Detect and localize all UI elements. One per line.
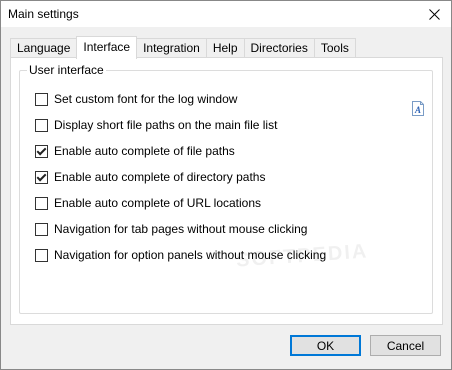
option-label: Enable auto complete of URL locations xyxy=(54,196,262,210)
tab-tools[interactable]: Tools xyxy=(313,38,356,59)
option-label: Enable auto complete of directory paths xyxy=(54,170,266,184)
checkbox[interactable] xyxy=(35,144,48,158)
window-title: Main settings xyxy=(8,7,79,21)
ok-button[interactable]: OK xyxy=(290,335,361,356)
option-short-file-paths[interactable]: Display short file paths on the main fil… xyxy=(35,117,277,133)
close-button[interactable] xyxy=(417,1,451,27)
checkbox[interactable] xyxy=(35,92,48,106)
tab-language[interactable]: Language xyxy=(10,38,77,59)
tab-integration[interactable]: Integration xyxy=(137,38,206,59)
font-icon[interactable]: A xyxy=(412,101,424,116)
option-tab-navigation-keyboard[interactable]: Navigation for tab pages without mouse c… xyxy=(35,221,307,237)
option-label: Navigation for option panels without mou… xyxy=(54,248,327,262)
option-custom-log-font[interactable]: Set custom font for the log window xyxy=(35,91,237,107)
tab-interface[interactable]: Interface xyxy=(76,36,138,59)
tab-directories[interactable]: Directories xyxy=(243,38,314,59)
group-label: User interface xyxy=(27,63,106,77)
title-bar[interactable]: Main settings xyxy=(1,1,451,27)
checkbox[interactable] xyxy=(35,196,48,210)
cancel-button[interactable]: Cancel xyxy=(370,335,441,356)
option-autocomplete-directory-paths[interactable]: Enable auto complete of directory paths xyxy=(35,169,265,185)
checkbox[interactable] xyxy=(35,170,48,184)
option-autocomplete-url[interactable]: Enable auto complete of URL locations xyxy=(35,195,261,211)
tab-panel-interface: User interface Set custom font for the l… xyxy=(10,57,443,325)
option-label: Display short file paths on the main fil… xyxy=(54,118,278,132)
checkbox[interactable] xyxy=(35,222,48,236)
option-label: Enable auto complete of file paths xyxy=(54,144,235,158)
option-autocomplete-file-paths[interactable]: Enable auto complete of file paths xyxy=(35,143,235,159)
close-icon xyxy=(428,8,440,20)
option-panel-navigation-keyboard[interactable]: Navigation for option panels without mou… xyxy=(35,247,326,263)
option-label: Navigation for tab pages without mouse c… xyxy=(54,222,308,236)
checkbox[interactable] xyxy=(35,118,48,132)
user-interface-group: User interface Set custom font for the l… xyxy=(19,63,433,314)
checkbox[interactable] xyxy=(35,248,48,262)
option-label: Set custom font for the log window xyxy=(54,92,238,106)
tab-strip: Language Interface Integration Help Dire… xyxy=(10,36,356,59)
settings-window: Main settings Language Interface Integra… xyxy=(0,0,452,370)
tab-help[interactable]: Help xyxy=(205,38,244,59)
svg-text:A: A xyxy=(414,105,421,115)
